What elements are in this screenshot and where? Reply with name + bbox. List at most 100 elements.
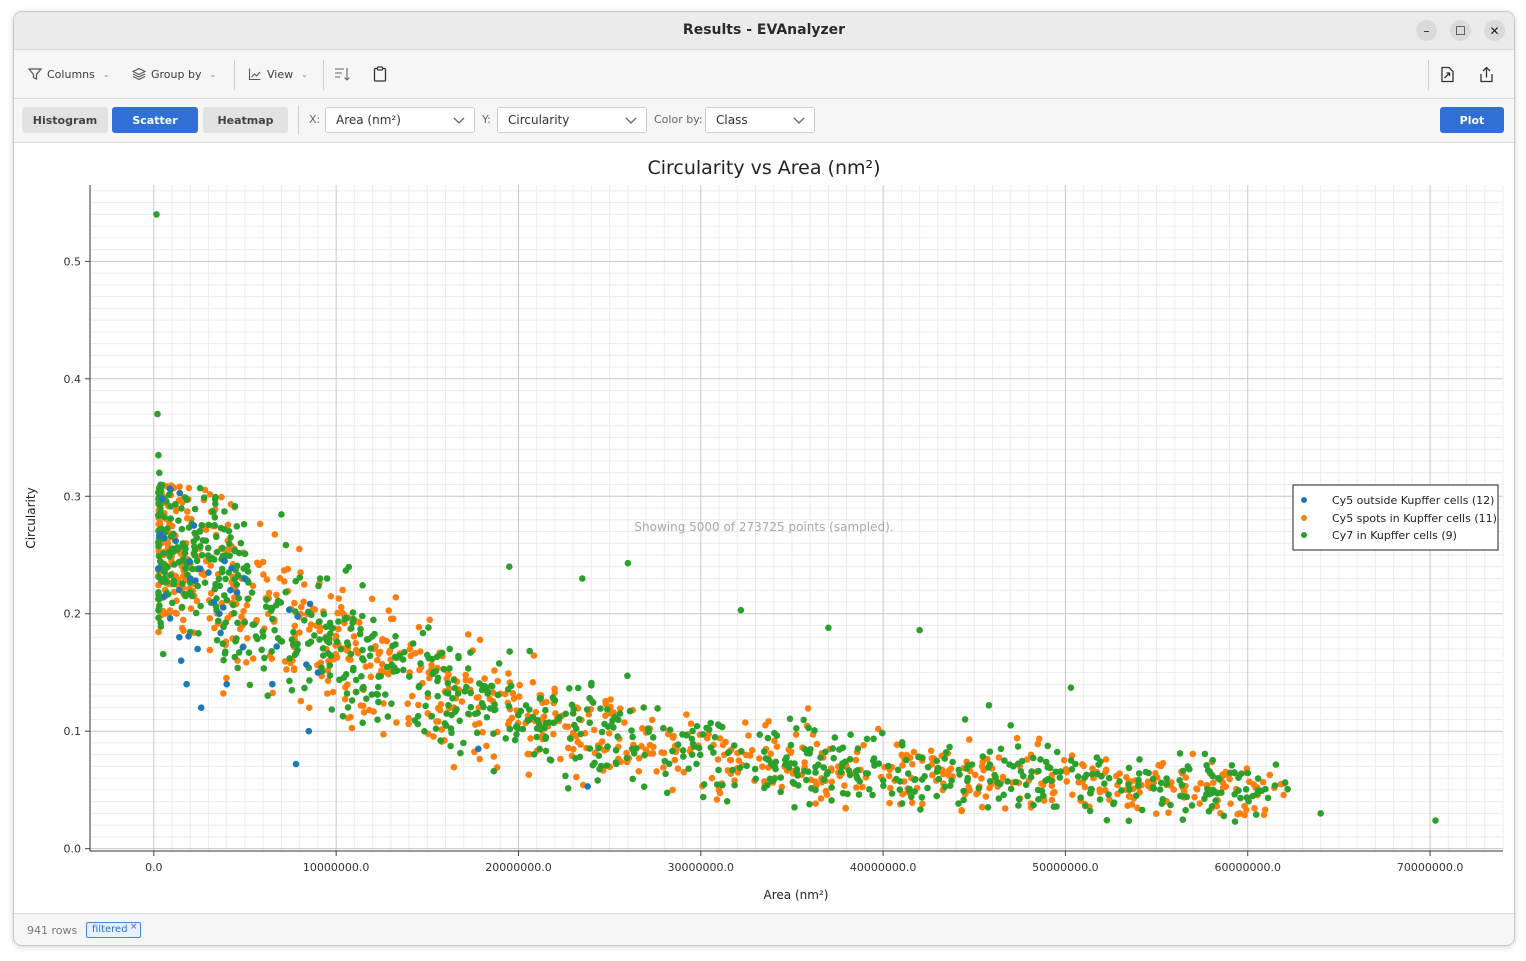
scatter-point [301,617,308,624]
scatter-point [392,654,400,661]
scatter-point [505,670,512,677]
tab-histogram[interactable]: Histogram [22,107,108,133]
scatter-point [1220,812,1228,820]
group-by-button[interactable]: Group by ⌄ [132,65,216,83]
scatter-point [529,679,537,686]
scatter-point [407,652,415,660]
scatter-point [829,745,837,752]
close-icon[interactable]: × [130,920,138,934]
tab-scatter[interactable]: Scatter [112,107,198,133]
scatter-point [629,775,636,783]
scatter-point [259,628,266,635]
scatter-point [446,645,454,653]
scatter-point [817,795,825,802]
scatter-point [887,784,894,792]
scatter-point [182,565,189,572]
y-tick-label: 0.0 [64,843,82,856]
scatter-point [352,646,360,654]
export-document-button[interactable] [1437,64,1457,84]
maximize-button[interactable]: ☐ [1450,20,1471,41]
x-tick-label: 10000000.0 [303,861,369,874]
scatter-point [249,655,257,662]
scatter-point [419,629,427,637]
scatter-point [393,719,400,726]
scatter-point [1101,780,1108,787]
scatter-point [291,622,299,630]
scatter-point [515,711,522,719]
filter-icon [28,68,42,80]
y-axis-select[interactable]: Circularity [497,107,647,133]
scatter-point [228,564,235,572]
scatter-point [180,627,187,634]
scatter-point [315,618,323,625]
layers-icon [132,67,146,81]
x-axis-select[interactable]: Area (nm²) [325,107,475,133]
minimize-button[interactable]: – [1416,20,1437,41]
scatter-point [185,633,192,640]
scatter-point [213,548,221,556]
scatter-point [494,691,502,699]
scatter-point [927,747,935,755]
chevron-down-icon: ⌄ [301,69,308,79]
scatter-point [166,615,174,622]
scatter-point [178,603,186,611]
scatter-point [713,796,721,803]
color-by-select[interactable]: Class [705,107,815,133]
tab-heatmap[interactable]: Heatmap [203,107,288,133]
scatter-point [292,577,300,585]
columns-button[interactable]: Columns ⌄ [28,65,110,83]
scatter-point [866,786,873,793]
scatter-point [230,601,237,609]
scatter-point [975,784,983,792]
scatter-point [852,767,860,775]
scatter-point [248,589,256,596]
scatter-point [1088,786,1095,793]
scatter-point [633,745,640,752]
filtered-badge[interactable]: filtered × [86,922,141,938]
scatter-point [161,592,169,600]
scatter-point [752,775,759,783]
scatter-point [577,730,584,738]
view-button[interactable]: View ⌄ [248,65,308,83]
scatter-point [445,671,452,678]
scatter-point [506,725,514,733]
chart-icon [248,68,261,81]
scatter-point [367,645,375,652]
clipboard-button[interactable] [370,64,390,84]
scatter-point [839,789,847,797]
scatter-point [1105,791,1112,798]
scatter-point [388,700,395,707]
scatter-point [495,660,503,667]
scatter-point [839,744,847,751]
chevron-down-icon [793,117,805,124]
title-bar: Results - EVAnalyzer – ☐ ✕ [14,12,1514,50]
scatter-point [237,539,245,547]
scatter-point [986,761,994,768]
scatter-point [243,602,251,609]
scatter-point [235,594,242,602]
scatter-point [896,786,904,793]
scatter-point [1126,786,1133,793]
scatter-point [1027,773,1035,781]
scatter-point [370,616,377,624]
scatter-point [182,592,189,600]
scatter-point [595,744,602,752]
scatter-point [1212,797,1219,804]
scatter-point [699,793,707,801]
close-button[interactable]: ✕ [1484,20,1505,41]
scatter-point [200,494,208,502]
scatter-point [239,644,247,651]
scatter-point [259,558,267,566]
scatter-point [206,646,214,654]
scatter-point [612,747,620,754]
scatter-point [1142,768,1150,776]
scatter-point [1280,791,1287,799]
scatter-point [167,571,175,579]
scatter-point [305,704,313,711]
sort-button[interactable] [332,64,352,84]
share-button[interactable] [1476,64,1496,84]
scatter-point [337,603,345,611]
scatter-point [653,768,660,775]
plot-button[interactable]: Plot [1440,107,1504,133]
scatter-point [433,718,440,725]
